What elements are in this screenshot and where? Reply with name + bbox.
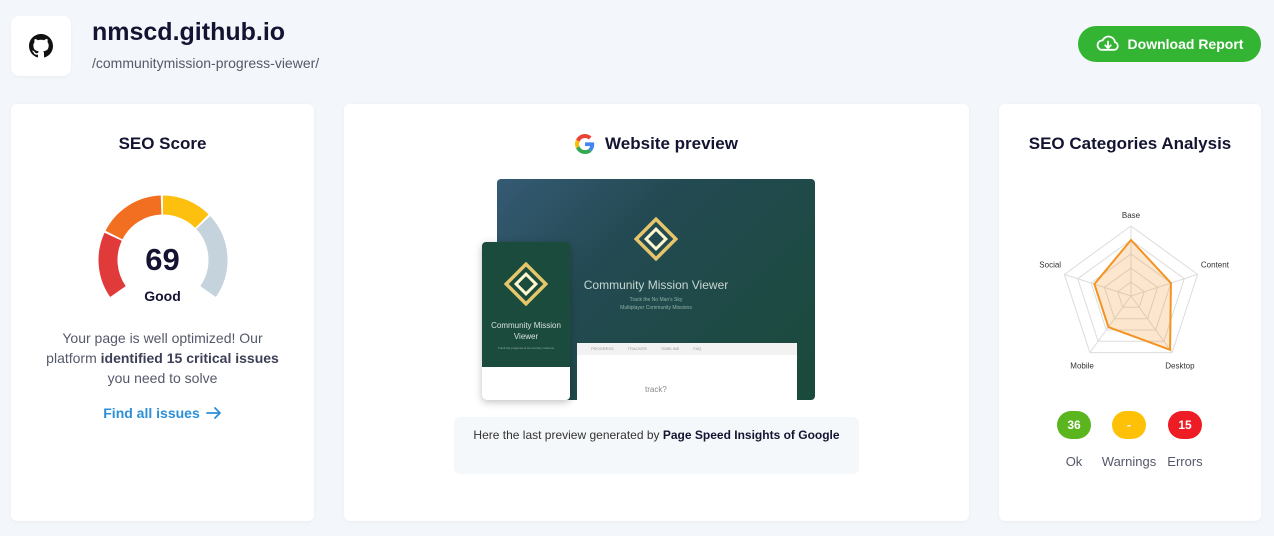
ok-count-badge: 36 bbox=[1057, 411, 1091, 439]
mobile-preview-title: Community Mission Viewer bbox=[491, 321, 561, 341]
desktop-tab: TRACKER bbox=[627, 346, 647, 351]
mobile-preview-content bbox=[482, 367, 570, 400]
github-icon bbox=[29, 34, 53, 58]
mobile-preview-image: Community Mission Viewer Track the progr… bbox=[482, 242, 570, 400]
score-description: Your page is well optimized! Our platfor… bbox=[36, 328, 289, 388]
find-all-issues-link[interactable]: Find all issues bbox=[11, 405, 314, 421]
radar-label-social: Social bbox=[1039, 260, 1061, 269]
preview-note-bold: Page Speed Insights of Google bbox=[662, 428, 840, 442]
desktop-partial-text: track? bbox=[645, 385, 667, 394]
website-preview-header: Website preview bbox=[344, 134, 969, 154]
radar-label-desktop: Desktop bbox=[1165, 362, 1195, 371]
radar-label-content: Content bbox=[1201, 260, 1230, 269]
site-logo bbox=[11, 16, 71, 76]
desktop-tab: TIMELINE bbox=[660, 346, 680, 351]
arrow-right-icon bbox=[205, 407, 221, 419]
mobile-preview-sub: Track the progress of community missions bbox=[497, 346, 555, 350]
errors-label: Errors bbox=[1167, 454, 1203, 469]
preview-note: Here the last preview generated by Page … bbox=[454, 417, 859, 474]
diamond-logo-icon bbox=[504, 262, 548, 306]
desktop-tab: PROGRESS bbox=[591, 346, 614, 351]
cloud-download-icon bbox=[1096, 35, 1119, 51]
seo-score-title: SEO Score bbox=[118, 134, 207, 153]
warnings-count-badge: - bbox=[1112, 411, 1146, 439]
score-desc-post: you need to solve bbox=[107, 370, 218, 386]
website-preview-title: Website preview bbox=[605, 134, 738, 153]
desktop-tab: FAQ bbox=[693, 346, 702, 351]
site-title: nmscd.github.io bbox=[92, 18, 286, 46]
download-report-button[interactable]: Download Report bbox=[1078, 26, 1261, 62]
seo-score-card: SEO Score 69 Good Your page is well opti… bbox=[11, 104, 314, 521]
seo-categories-title: SEO Categories Analysis bbox=[1028, 134, 1232, 153]
website-preview-card: Website preview Community Mission Viewer… bbox=[344, 104, 969, 521]
diamond-logo-icon bbox=[634, 217, 678, 261]
categories-radar-chart: Base Content Desktop Mobile Social bbox=[1039, 211, 1230, 371]
score-value: 69 bbox=[145, 242, 180, 277]
errors-count-badge: 15 bbox=[1168, 411, 1202, 439]
desktop-preview-nav: PROGRESS TRACKER TIMELINE FAQ track? bbox=[577, 343, 797, 400]
find-all-issues-label: Find all issues bbox=[103, 405, 200, 421]
site-path: /communitymission-progress-viewer/ bbox=[92, 55, 320, 71]
radar-label-base: Base bbox=[1122, 211, 1141, 220]
radar-label-mobile: Mobile bbox=[1070, 362, 1094, 371]
seo-categories-card: SEO Categories Analysis Base Content Deskt… bbox=[999, 104, 1261, 521]
score-rating: Good bbox=[144, 288, 181, 304]
download-report-label: Download Report bbox=[1127, 36, 1244, 52]
score-desc-bold: identified 15 critical issues bbox=[100, 350, 279, 366]
radar-data-area bbox=[1093, 238, 1172, 352]
google-icon bbox=[575, 134, 595, 154]
preview-note-pre: Here the last preview generated by bbox=[473, 428, 660, 442]
